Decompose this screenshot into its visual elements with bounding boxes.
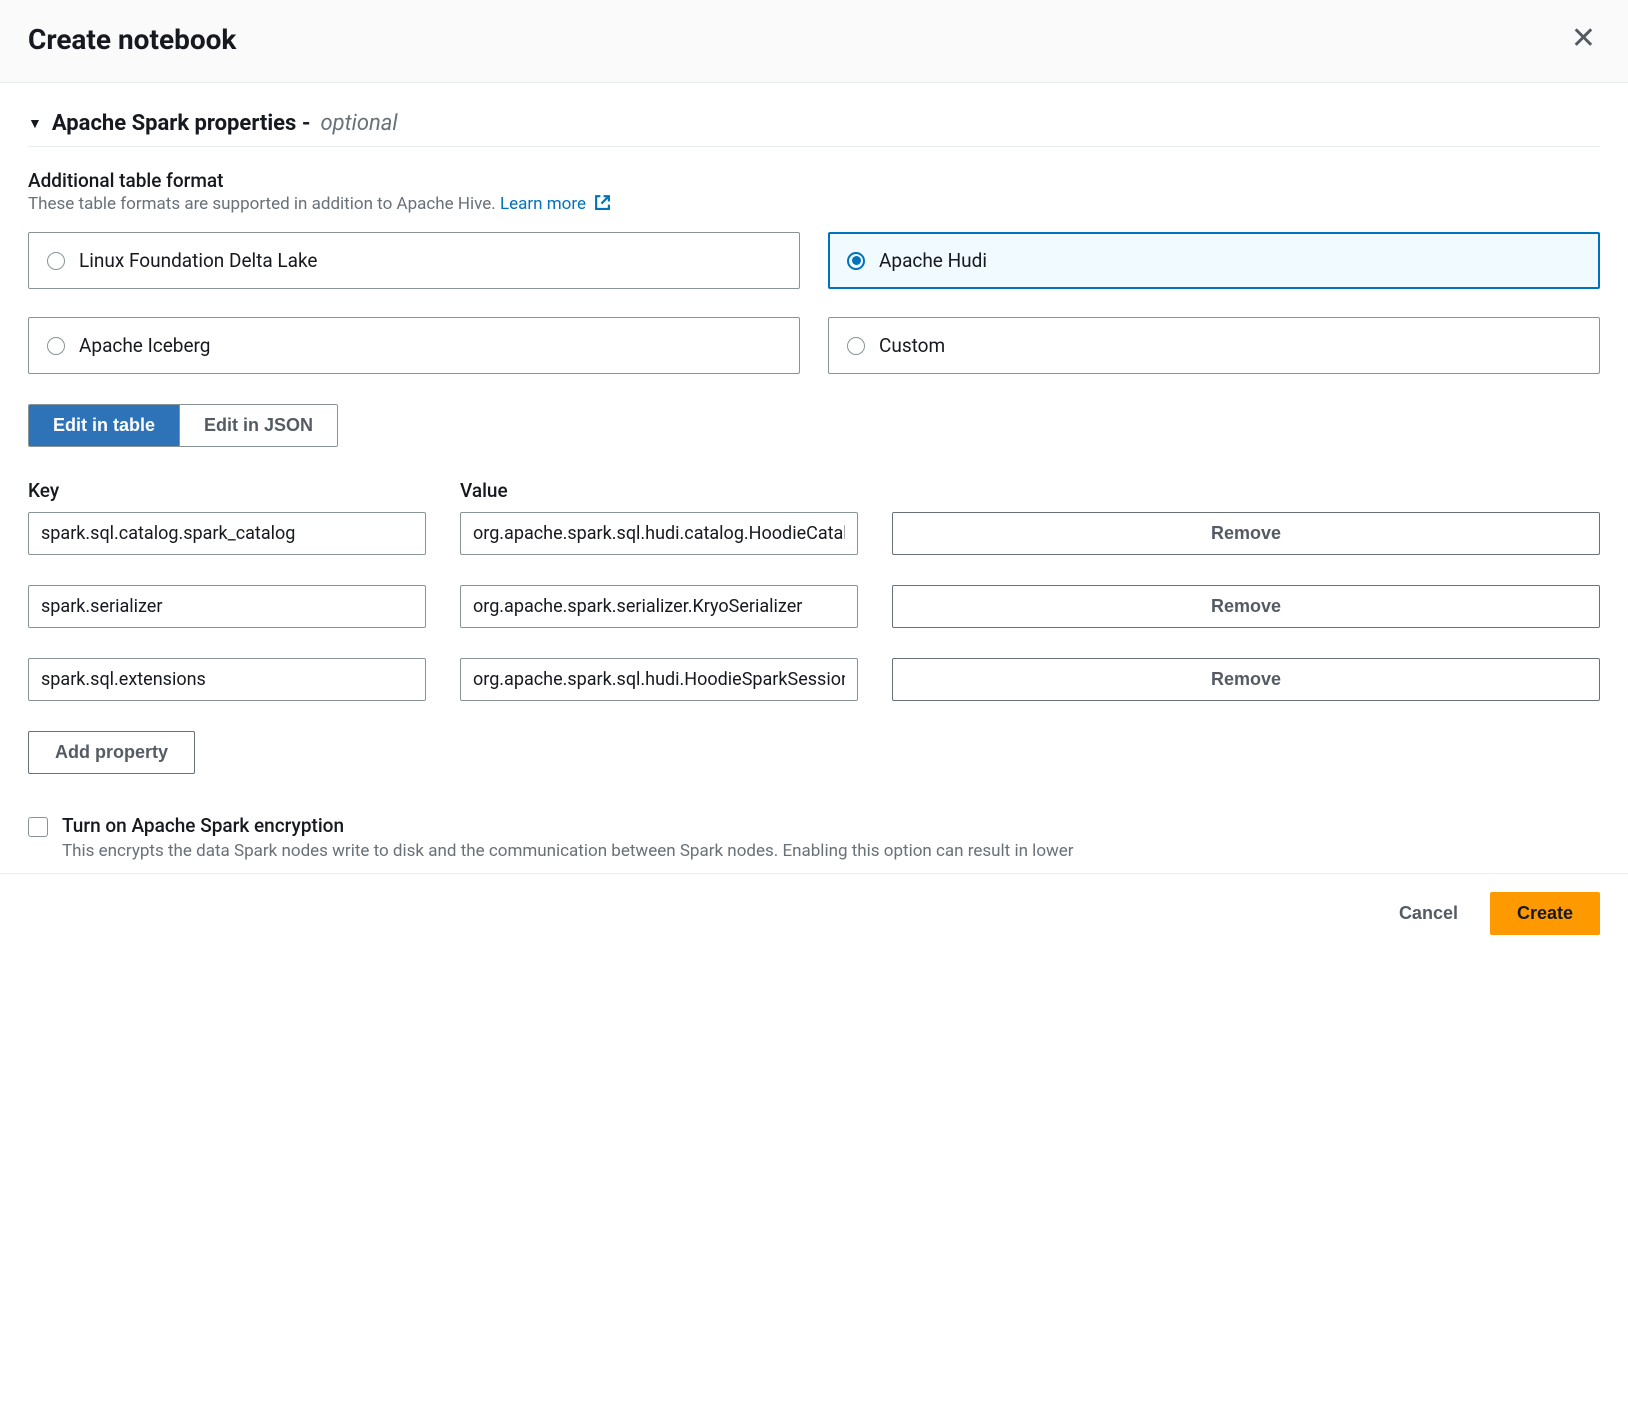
table-format-description: These table formats are supported in add… [28,194,1600,216]
property-value-input[interactable] [460,585,858,628]
cancel-button[interactable]: Cancel [1379,893,1478,934]
radio-label: Linux Foundation Delta Lake [79,249,318,272]
encryption-description: This encrypts the data Spark nodes write… [62,841,1074,861]
external-link-icon [594,194,611,216]
radio-icon [847,337,865,355]
property-value-input[interactable] [460,512,858,555]
section-optional: optional [321,111,398,136]
modal-footer: Cancel Create [0,873,1628,935]
radio-icon [847,252,865,270]
remove-property-button[interactable]: Remove [892,512,1600,555]
property-row: Remove [28,658,1600,701]
key-column-header: Key [28,479,426,502]
radio-custom[interactable]: Custom [828,317,1600,374]
properties-header: Key Value [28,479,1600,502]
encryption-label: Turn on Apache Spark encryption [62,814,1074,837]
remove-property-button[interactable]: Remove [892,658,1600,701]
property-value-input[interactable] [460,658,858,701]
section-title: Apache Spark properties - [52,111,311,136]
edit-in-json-button[interactable]: Edit in JSON [179,405,337,446]
property-row: Remove [28,512,1600,555]
table-format-options: Linux Foundation Delta Lake Apache Hudi … [28,232,1600,374]
modal-header: Create notebook ✕ [0,0,1628,83]
radio-label: Custom [879,334,945,357]
modal-body: ▼ Apache Spark properties - optional Add… [0,83,1628,873]
radio-icon [47,337,65,355]
radio-apache-iceberg[interactable]: Apache Iceberg [28,317,800,374]
modal-title: Create notebook [28,23,236,56]
property-key-input[interactable] [28,512,426,555]
radio-apache-hudi[interactable]: Apache Hudi [828,232,1600,289]
property-key-input[interactable] [28,585,426,628]
radio-icon [47,252,65,270]
encryption-checkbox-row: Turn on Apache Spark encryption This enc… [28,814,1600,861]
properties-table: Key Value Remove Remove Remove [28,479,1600,701]
caret-down-icon: ▼ [28,115,42,132]
encryption-checkbox[interactable] [28,817,48,837]
property-row: Remove [28,585,1600,628]
value-column-header: Value [460,479,858,502]
learn-more-link[interactable]: Learn more [500,194,611,214]
radio-delta-lake[interactable]: Linux Foundation Delta Lake [28,232,800,289]
radio-label: Apache Hudi [879,249,987,272]
edit-mode-toggle: Edit in table Edit in JSON [28,404,338,447]
add-property-button[interactable]: Add property [28,731,195,774]
edit-in-table-button[interactable]: Edit in table [29,405,179,446]
close-button[interactable]: ✕ [1567,20,1600,58]
table-format-label: Additional table format [28,169,1600,192]
radio-label: Apache Iceberg [79,334,210,357]
property-key-input[interactable] [28,658,426,701]
section-toggle[interactable]: ▼ Apache Spark properties - optional [28,111,1600,147]
close-icon: ✕ [1571,22,1596,55]
remove-property-button[interactable]: Remove [892,585,1600,628]
create-button[interactable]: Create [1490,892,1600,935]
